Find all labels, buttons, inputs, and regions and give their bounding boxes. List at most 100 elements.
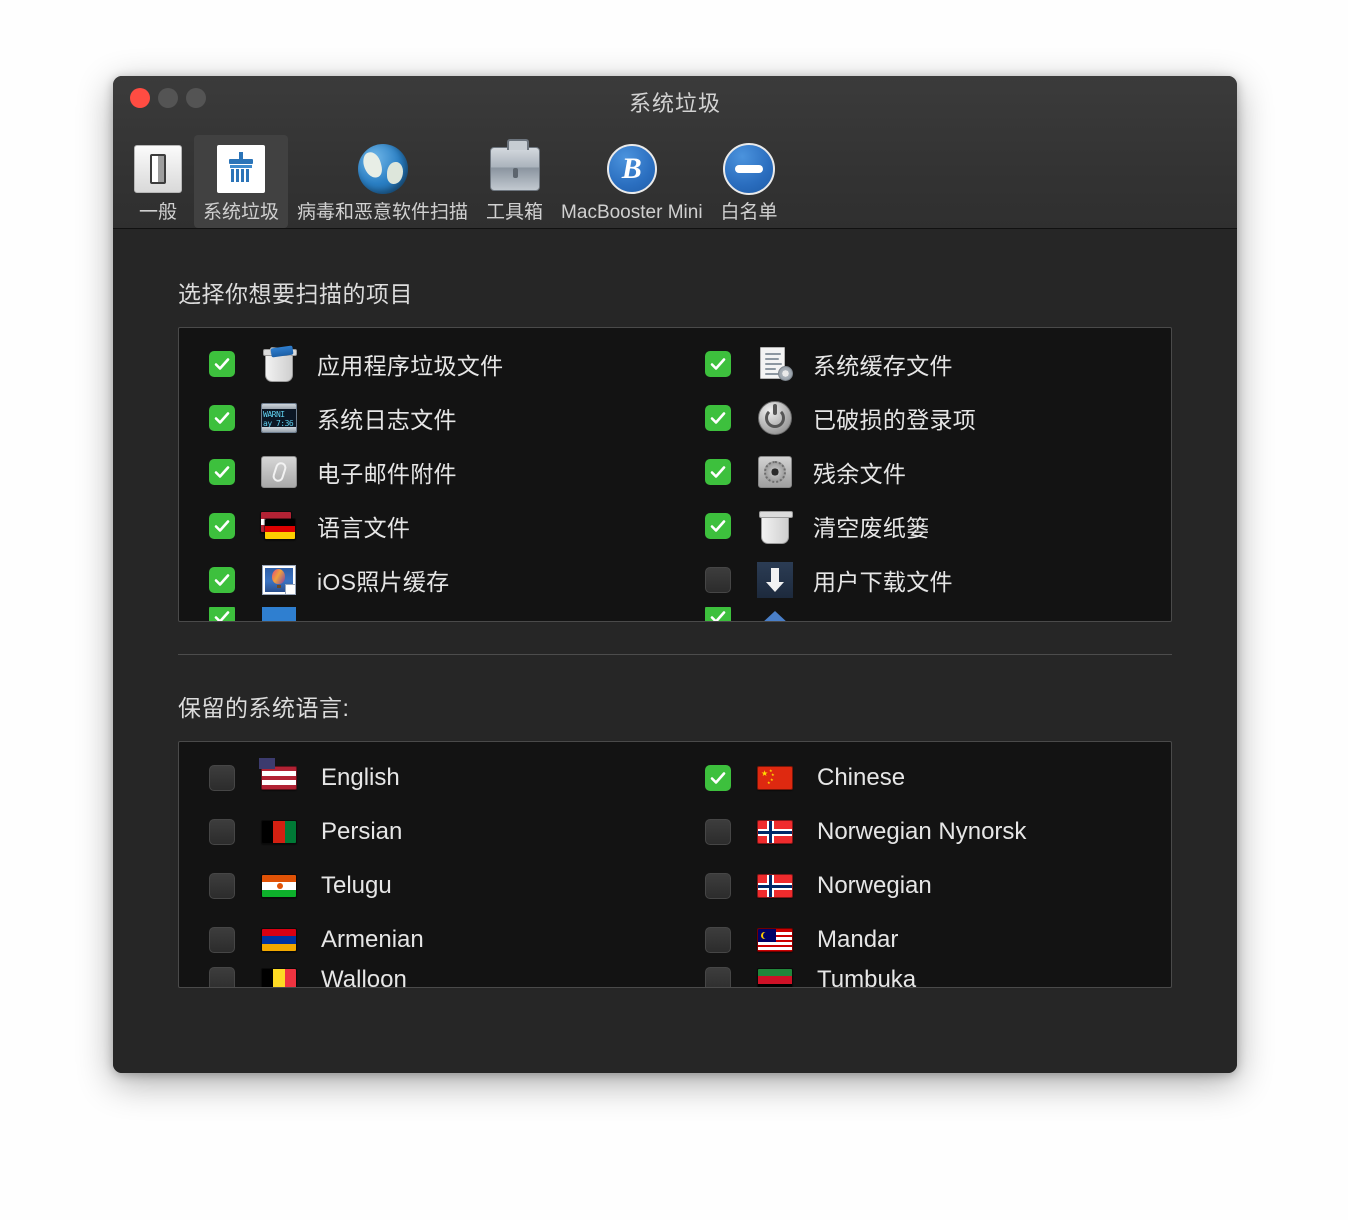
language-list-panel[interactable]: English ★ ★ ★ ★ ★ xyxy=(178,741,1172,988)
scan-items-grid: 应用程序垃圾文件 xyxy=(179,328,1171,622)
checkbox[interactable] xyxy=(705,405,731,431)
scan-item-leftover-files[interactable]: 残余文件 xyxy=(675,445,1171,499)
checkbox[interactable] xyxy=(705,351,731,377)
checkbox[interactable] xyxy=(209,513,235,539)
language-label: Norwegian Nynorsk xyxy=(817,818,1026,846)
leftover-gear-icon xyxy=(755,452,795,492)
scan-item-ios-photo-cache[interactable]: iOS照片缓存 xyxy=(179,553,675,607)
tab-toolbox-label: 工具箱 xyxy=(486,203,543,222)
language-item-walloon[interactable]: Walloon xyxy=(179,967,675,988)
checkbox[interactable] xyxy=(209,765,235,791)
scan-item-language-files[interactable]: 语言文件 xyxy=(179,499,675,553)
language-item-chinese[interactable]: ★ ★ ★ ★ ★ Chinese xyxy=(675,751,1171,805)
checkbox[interactable] xyxy=(209,873,235,899)
downloads-arrow-icon xyxy=(755,560,795,600)
checkbox[interactable] xyxy=(209,351,235,377)
minus-circle-icon xyxy=(722,142,776,196)
language-label: Persian xyxy=(321,818,402,846)
macbooster-letter: B xyxy=(607,144,657,194)
be-flag-icon xyxy=(259,967,299,988)
checkbox[interactable] xyxy=(705,459,731,485)
window-titlebar: 系统垃圾 一般 xyxy=(113,76,1237,229)
scan-item-broken-login[interactable]: 已破损的登录项 xyxy=(675,391,1171,445)
empty-trash-icon xyxy=(755,506,795,546)
checkbox[interactable] xyxy=(705,819,731,845)
language-label: Armenian xyxy=(321,926,424,954)
mw-flag-icon xyxy=(755,967,795,988)
checkbox[interactable] xyxy=(705,765,731,791)
scan-item-label: 电子邮件附件 xyxy=(317,455,457,489)
switch-icon xyxy=(131,142,185,196)
system-cache-doc-icon xyxy=(755,344,795,384)
app-junk-trash-icon xyxy=(259,344,299,384)
checkbox[interactable] xyxy=(209,967,235,988)
language-item-armenian[interactable]: Armenian xyxy=(179,913,675,967)
language-grid: English ★ ★ ★ ★ ★ xyxy=(179,742,1171,988)
broken-login-power-icon xyxy=(755,398,795,438)
scan-item-user-downloads[interactable]: 用户下载文件 xyxy=(675,553,1171,607)
language-item-mandar[interactable]: Mandar xyxy=(675,913,1171,967)
am-flag-icon xyxy=(259,920,299,960)
language-item-telugu[interactable]: Telugu xyxy=(179,859,675,913)
language-label: Norwegian xyxy=(817,872,932,900)
scan-item-label: 已破损的登录项 xyxy=(813,401,976,435)
checkbox[interactable] xyxy=(705,927,731,953)
tab-general[interactable]: 一般 xyxy=(122,135,194,228)
tab-macbooster-mini-label: MacBooster Mini xyxy=(561,203,703,222)
scan-item-label: 语言文件 xyxy=(317,509,410,543)
scan-item-label: 用户下载文件 xyxy=(813,563,953,597)
language-label: English xyxy=(321,764,400,792)
checkbox[interactable] xyxy=(705,607,731,622)
ne-flag-icon xyxy=(259,866,299,906)
tab-toolbox[interactable]: 工具箱 xyxy=(477,135,552,228)
tab-system-junk[interactable]: 系统垃圾 xyxy=(194,135,288,228)
scan-items-panel[interactable]: 应用程序垃圾文件 xyxy=(178,327,1172,622)
scan-item-label: 残余文件 xyxy=(813,455,906,489)
system-log-console-icon: WARNI ay 7:36 xyxy=(259,398,299,438)
scan-item-system-cache[interactable]: 系统缓存文件 xyxy=(675,337,1171,391)
scan-item-partial-left[interactable] xyxy=(179,607,675,622)
language-label: Tumbuka xyxy=(817,967,916,988)
checkbox[interactable] xyxy=(209,405,235,431)
scan-item-system-log[interactable]: WARNI ay 7:36 系统日志文件 xyxy=(179,391,675,445)
language-flags-icon xyxy=(259,506,299,546)
mail-attachment-clip-icon xyxy=(259,452,299,492)
language-item-tumbuka[interactable]: Tumbuka xyxy=(675,967,1171,988)
scan-item-partial-right[interactable] xyxy=(675,607,1171,622)
language-item-norwegian[interactable]: Norwegian xyxy=(675,859,1171,913)
no-flag-icon xyxy=(755,812,795,852)
no-flag-icon xyxy=(755,866,795,906)
checkbox[interactable] xyxy=(209,927,235,953)
checkbox[interactable] xyxy=(209,567,235,593)
tab-whitelist[interactable]: 白名单 xyxy=(712,135,787,228)
us-flag-icon xyxy=(259,758,299,798)
tab-whitelist-label: 白名单 xyxy=(721,203,778,222)
scan-item-mail-attachments[interactable]: 电子邮件附件 xyxy=(179,445,675,499)
checkbox[interactable] xyxy=(705,513,731,539)
toolcase-icon xyxy=(488,142,542,196)
checkbox[interactable] xyxy=(209,607,235,622)
macbooster-b-icon: B xyxy=(605,142,659,196)
scan-item-label: iOS照片缓存 xyxy=(317,563,449,597)
checkbox[interactable] xyxy=(705,873,731,899)
language-label: Mandar xyxy=(817,926,898,954)
partial-icon xyxy=(259,607,299,622)
scan-item-app-junk[interactable]: 应用程序垃圾文件 xyxy=(179,337,675,391)
globe-icon xyxy=(356,142,410,196)
scan-section-heading: 选择你想要扫描的项目 xyxy=(178,275,1172,309)
language-section-heading: 保留的系统语言: xyxy=(178,689,1172,723)
language-item-english[interactable]: English xyxy=(179,751,675,805)
tab-virus-malware-scan-label: 病毒和恶意软件扫描 xyxy=(297,203,468,222)
checkbox[interactable] xyxy=(705,567,731,593)
language-label: Chinese xyxy=(817,764,905,792)
checkbox[interactable] xyxy=(209,819,235,845)
language-item-persian[interactable]: Persian xyxy=(179,805,675,859)
language-item-norwegian-nynorsk[interactable]: Norwegian Nynorsk xyxy=(675,805,1171,859)
scan-item-empty-trash[interactable]: 清空废纸篓 xyxy=(675,499,1171,553)
tab-general-label: 一般 xyxy=(139,203,177,222)
checkbox[interactable] xyxy=(705,967,731,988)
tab-virus-malware-scan[interactable]: 病毒和恶意软件扫描 xyxy=(288,135,477,228)
checkbox[interactable] xyxy=(209,459,235,485)
tab-macbooster-mini[interactable]: B MacBooster Mini xyxy=(552,135,712,228)
scan-item-label: 应用程序垃圾文件 xyxy=(317,347,503,381)
